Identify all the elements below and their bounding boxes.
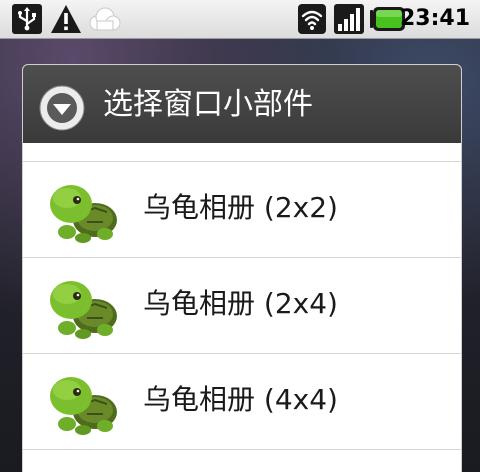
list-item-turtle-album-2x4[interactable]: 乌龟相册 (2x4): [23, 258, 461, 354]
status-bar[interactable]: 23:41: [0, 0, 480, 39]
widget-list: 乌龟相册 (2x2) 乌龟相册 (2x4) 乌龟相册 (4x4): [23, 161, 461, 450]
dialog-header: 选择窗口小部件: [23, 65, 461, 149]
status-time: 23:41: [399, 6, 470, 31]
turtle-icon: [50, 185, 117, 243]
wifi-icon: [298, 4, 326, 34]
list-item-turtle-album-2x2[interactable]: 乌龟相册 (2x2): [23, 162, 461, 258]
dialog-title: 选择窗口小部件: [103, 87, 313, 122]
dropdown-circle-icon: [39, 85, 85, 131]
turtle-icon: [50, 281, 117, 339]
warning-icon: [51, 5, 81, 33]
turtle-icon: [50, 377, 117, 435]
list-item-turtle-album-4x4[interactable]: 乌龟相册 (4x4): [23, 354, 461, 450]
usb-icon: [12, 4, 42, 34]
list-item-label: 乌龟相册 (2x2): [143, 191, 338, 224]
cloud-icon: [89, 7, 121, 31]
android-screen: 23:41 选择窗口小部件 乌龟相册 (2x2) 乌龟相册 (2x4) 乌龟相册…: [0, 0, 480, 472]
widget-picker-dialog: 选择窗口小部件 乌龟相册 (2x2) 乌龟相册 (2x4) 乌龟相册 (4x4): [22, 64, 462, 472]
list-item-label: 乌龟相册 (4x4): [143, 383, 338, 416]
list-item-label: 乌龟相册 (2x4): [143, 287, 338, 320]
signal-icon: [334, 4, 364, 34]
